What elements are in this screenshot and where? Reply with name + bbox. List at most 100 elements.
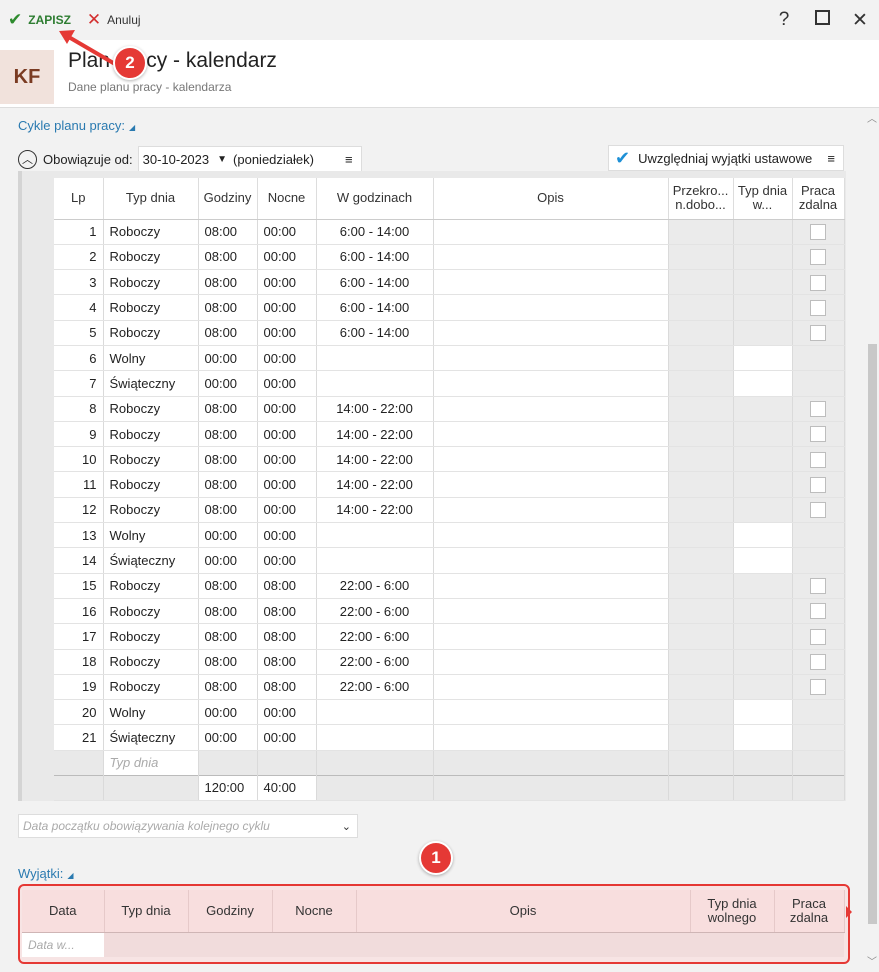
row-description[interactable] [433, 446, 669, 473]
scroll-down-icon[interactable]: ﹀ [867, 953, 877, 968]
row-time-range[interactable] [316, 522, 434, 549]
exc-col-nocne[interactable]: Nocne [272, 890, 357, 933]
row-day-type[interactable]: Roboczy [103, 573, 199, 599]
row-day-type[interactable]: Roboczy [103, 294, 199, 321]
valid-from-date-field[interactable]: 30-10-2023 ▼ (poniedziałek) ≡ [137, 146, 362, 172]
exc-col-opis[interactable]: Opis [356, 890, 691, 933]
row-day-type[interactable]: Roboczy [103, 497, 199, 524]
remote-work-checkbox[interactable] [810, 451, 826, 468]
row-description[interactable] [433, 724, 669, 751]
row-hours[interactable]: 08:00 [198, 497, 258, 524]
row-day-type[interactable]: Roboczy [103, 421, 199, 448]
row-day-type[interactable]: Roboczy [103, 320, 199, 346]
row-time-range[interactable]: 22:00 - 6:00 [316, 573, 434, 599]
col-nocne[interactable]: Nocne [257, 178, 317, 220]
row-hours[interactable]: 08:00 [198, 649, 258, 675]
remote-work-checkbox[interactable] [810, 325, 826, 342]
row-hours[interactable]: 08:00 [198, 573, 258, 599]
remote-work-checkbox[interactable] [810, 679, 826, 696]
col-opis[interactable]: Opis [433, 178, 669, 220]
row-day-type[interactable]: Wolny [103, 522, 199, 549]
row-night-hours[interactable]: 08:00 [257, 649, 317, 675]
exc-col-typ-dnia-wolnego[interactable]: Typ dnia wolnego [690, 890, 775, 933]
row-night-hours[interactable]: 00:00 [257, 345, 317, 372]
row-description[interactable] [433, 598, 669, 625]
remote-work-checkbox[interactable] [810, 249, 826, 266]
remote-work-checkbox[interactable] [810, 426, 826, 443]
exc-col-praca-zdalna[interactable]: Praca zdalna [774, 890, 845, 933]
row-hours[interactable]: 08:00 [198, 623, 258, 650]
row-hours[interactable]: 08:00 [198, 598, 258, 625]
col-typ-dnia[interactable]: Typ dnia [103, 178, 199, 220]
col-lp[interactable]: Lp [54, 178, 104, 220]
exc-col-godziny[interactable]: Godziny [188, 890, 273, 933]
row-description[interactable] [433, 471, 669, 498]
vertical-scrollbar[interactable]: ︿ ﹀ [866, 108, 879, 972]
row-hours[interactable]: 08:00 [198, 320, 258, 346]
row-free-day-type[interactable] [733, 699, 793, 726]
row-day-type[interactable]: Roboczy [103, 623, 199, 650]
row-day-type[interactable]: Świąteczny [103, 370, 199, 397]
row-time-range[interactable] [316, 370, 434, 397]
row-day-type[interactable]: Wolny [103, 699, 199, 726]
row-time-range[interactable]: 6:00 - 14:00 [316, 320, 434, 346]
row-time-range[interactable]: 14:00 - 22:00 [316, 396, 434, 422]
row-day-type[interactable]: Roboczy [103, 269, 199, 296]
row-hours[interactable]: 08:00 [198, 446, 258, 473]
remote-work-checkbox[interactable] [810, 476, 826, 493]
menu-icon[interactable]: ≡ [827, 151, 835, 166]
new-day-type-input[interactable]: Typ dnia [103, 750, 199, 776]
row-time-range[interactable]: 22:00 - 6:00 [316, 623, 434, 650]
exc-new-date-input[interactable]: Data w... [22, 932, 104, 957]
row-description[interactable] [433, 396, 669, 422]
row-time-range[interactable]: 14:00 - 22:00 [316, 421, 434, 448]
row-description[interactable] [433, 294, 669, 321]
row-day-type[interactable]: Roboczy [103, 598, 199, 625]
close-button[interactable]: ✕ [851, 9, 869, 32]
row-night-hours[interactable]: 00:00 [257, 396, 317, 422]
cycles-section-toggle[interactable]: Cykle planu pracy: ◢ [18, 118, 135, 133]
row-hours[interactable]: 00:00 [198, 345, 258, 372]
row-hours[interactable]: 08:00 [198, 396, 258, 422]
row-hours[interactable]: 08:00 [198, 269, 258, 296]
row-description[interactable] [433, 699, 669, 726]
remote-work-checkbox[interactable] [810, 274, 826, 291]
scroll-thumb[interactable] [868, 344, 877, 924]
remote-work-checkbox[interactable] [810, 299, 826, 316]
row-description[interactable] [433, 573, 669, 599]
remote-work-checkbox[interactable] [810, 578, 826, 595]
row-night-hours[interactable]: 00:00 [257, 699, 317, 726]
remote-work-checkbox[interactable] [810, 603, 826, 620]
row-hours[interactable]: 00:00 [198, 724, 258, 751]
col-godziny[interactable]: Godziny [198, 178, 258, 220]
collapse-icon[interactable]: ︿ [18, 149, 37, 169]
row-time-range[interactable] [316, 345, 434, 372]
row-night-hours[interactable]: 08:00 [257, 598, 317, 625]
exc-col-typ-dnia[interactable]: Typ dnia [104, 890, 189, 933]
menu-icon[interactable]: ≡ [345, 152, 353, 167]
row-description[interactable] [433, 649, 669, 675]
row-day-type[interactable]: Roboczy [103, 446, 199, 473]
col-przekroczenie[interactable]: Przekro... n.dobo... [668, 178, 734, 220]
row-time-range[interactable]: 14:00 - 22:00 [316, 446, 434, 473]
row-hours[interactable]: 00:00 [198, 699, 258, 726]
row-night-hours[interactable]: 00:00 [257, 446, 317, 473]
row-time-range[interactable]: 22:00 - 6:00 [316, 598, 434, 625]
row-description[interactable] [433, 522, 669, 549]
row-free-day-type[interactable] [733, 724, 793, 751]
remote-work-checkbox[interactable] [810, 401, 826, 417]
row-time-range[interactable]: 22:00 - 6:00 [316, 649, 434, 675]
row-description[interactable] [433, 320, 669, 346]
row-description[interactable] [433, 623, 669, 650]
row-description[interactable] [433, 219, 669, 245]
row-day-type[interactable]: Roboczy [103, 396, 199, 422]
row-hours[interactable]: 00:00 [198, 547, 258, 574]
row-day-type[interactable]: Roboczy [103, 219, 199, 245]
row-time-range[interactable]: 14:00 - 22:00 [316, 497, 434, 524]
remote-work-checkbox[interactable] [810, 502, 826, 519]
row-description[interactable] [433, 345, 669, 372]
row-hours[interactable]: 00:00 [198, 370, 258, 397]
row-day-type[interactable]: Świąteczny [103, 724, 199, 751]
row-hours[interactable]: 08:00 [198, 471, 258, 498]
exc-col-data[interactable]: Data [22, 890, 105, 933]
